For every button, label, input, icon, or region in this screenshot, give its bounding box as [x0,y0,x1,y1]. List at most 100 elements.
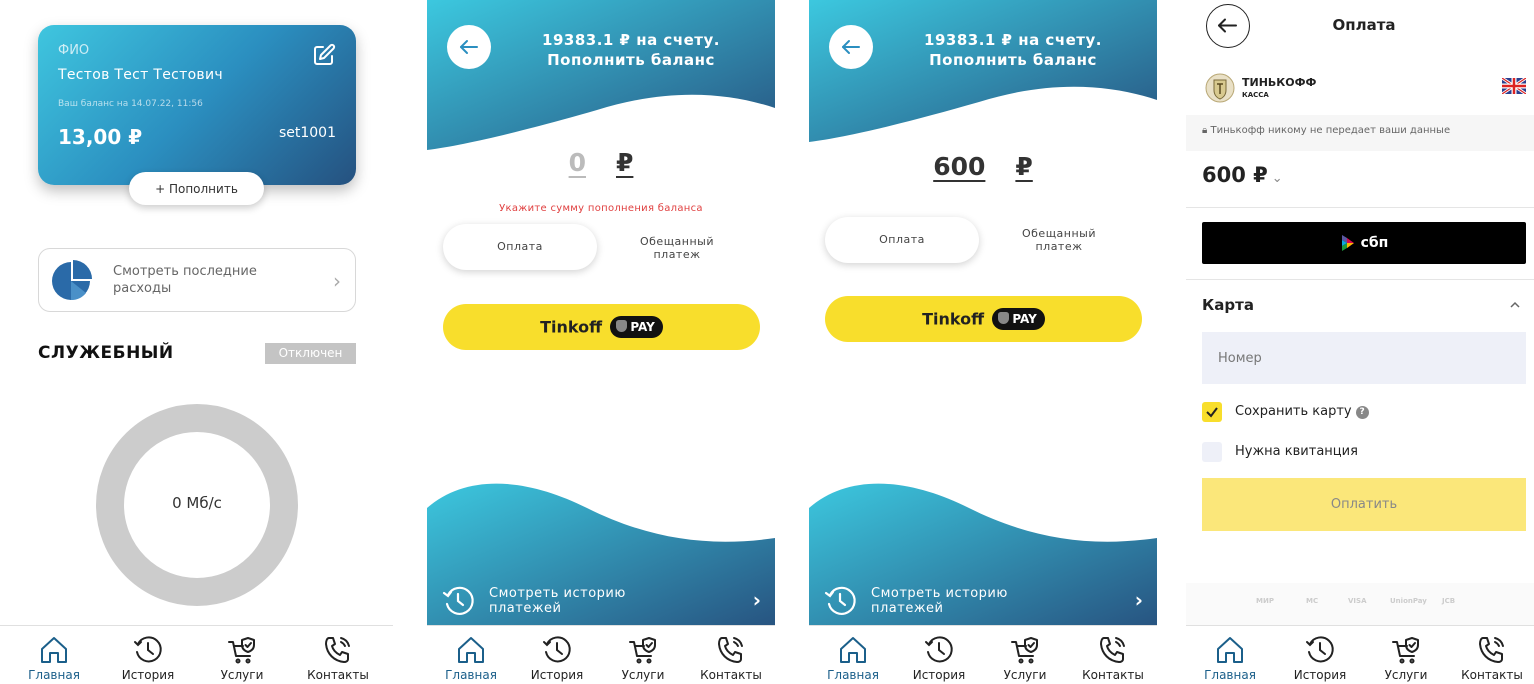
chevron-right-icon: › [1134,588,1143,612]
balance-date: Ваш баланс на 14.07.22, 11:56 [58,99,203,109]
chevron-right-icon: › [333,269,341,293]
speed-value: 0 Мб/с [172,494,222,512]
history-icon [134,636,162,663]
nav-services[interactable]: Услуги [985,634,1065,682]
nav-contacts[interactable]: Контакты [1452,634,1532,682]
tab-promised-payment[interactable]: Обещанный платеж [999,227,1119,253]
balance-card: ФИО Тестов Тест Тестович Ваш баланс на 1… [38,25,356,185]
edit-icon[interactable] [312,43,336,67]
tinkoff-pay-button[interactable]: Tinkoff PAY [825,296,1142,342]
expenses-label: Смотреть последние расходы [113,264,257,296]
mastercard-logo: MC [1306,597,1319,605]
nav-home[interactable]: Главная [1190,634,1270,682]
card-number-input[interactable] [1202,332,1526,384]
amount-field[interactable]: 0 ₽ [427,148,775,177]
nav-history[interactable]: История [899,634,979,682]
receipt-checkbox[interactable] [1202,442,1222,462]
save-card-checkbox[interactable] [1202,402,1222,422]
amount-value: 0 [568,148,586,177]
pay-button[interactable]: Оплатить [1202,478,1526,531]
history-line2: платежей [489,601,562,616]
nav-history-label: История [1293,668,1347,682]
nav-services[interactable]: Услуги [1366,634,1446,682]
nav-home[interactable]: Главная [14,634,94,682]
history-icon [1306,636,1334,663]
back-button[interactable] [829,25,873,69]
phone-icon [325,637,350,663]
nav-contacts-label: Контакты [1461,668,1523,682]
history-icon [442,586,474,615]
check-icon [1206,407,1218,418]
nav-contacts-label: Контакты [700,668,762,682]
phone-icon [1100,637,1125,663]
brand-name: ТИНЬКОФФ [1242,76,1317,89]
balance-line: 19383.1 ₽ на счету. [924,31,1102,49]
sbp-button[interactable]: сбп [1202,222,1526,264]
page-title: 19383.1 ₽ на счету. Пополнить баланс [883,30,1143,70]
phone-icon [718,637,743,663]
nav-home[interactable]: Главная [813,634,893,682]
amount-field[interactable]: 600 ₽ [809,152,1157,181]
divider [1186,279,1534,280]
cart-shield-icon [1392,637,1419,664]
chevron-right-icon: › [752,588,761,612]
fio-label: ФИО [58,43,90,58]
nav-contacts-label: Контакты [1082,668,1144,682]
bottom-nav: Главная История Услуги Контакты [1186,625,1534,684]
bottom-nav: Главная История Услуги Контакты [809,625,1157,684]
topup-line: Пополнить баланс [929,51,1097,69]
nav-services-label: Услуги [220,668,264,682]
history-icon [824,586,856,615]
history-line1: Смотреть историю [871,586,1008,601]
topup-screen-filled: 19383.1 ₽ на счету. Пополнить баланс 600… [809,0,1157,684]
payment-history-link[interactable]: Смотреть историю платежей › [441,584,765,624]
nav-history[interactable]: История [517,634,597,682]
balance-value: 13,00 ₽ [58,125,143,149]
home-icon [840,637,866,663]
tab-promised-line1: Обещанный [1021,227,1097,240]
tab-promised-line2: платеж [653,248,701,261]
bottom-nav: Главная История Услуги Контакты [427,625,775,684]
nav-history-label: История [530,668,584,682]
help-icon[interactable]: ? [1355,406,1369,419]
page-title: 19383.1 ₽ на счету. Пополнить баланс [501,30,761,70]
currency-sign: ₽ [616,148,634,177]
history-line1: Смотреть историю [489,586,626,601]
tab-promised-payment[interactable]: Обещанный платеж [617,235,737,261]
back-button[interactable] [447,25,491,69]
tab-promised-line1: Обещанный [639,235,715,248]
history-label: Смотреть историю платежей [489,586,626,616]
privacy-text: Тинькофф никому не передает ваши данные [1210,125,1451,136]
uk-flag-icon[interactable] [1502,78,1526,94]
expenses-link[interactable]: Смотреть последние расходы › [38,248,356,312]
tinkoff-payment-screen: Оплата ТИНЬКОФФ КАССА 🔒︎ Тинькофф никому… [1186,0,1534,684]
nav-contacts[interactable]: Контакты [1073,634,1153,682]
nav-home[interactable]: Главная [431,634,511,682]
nav-services[interactable]: Услуги [202,634,282,682]
pay-badge: PAY [992,308,1045,330]
nav-services-label: Услуги [1384,668,1428,682]
tinkoff-pay-button[interactable]: Tinkoff PAY [443,304,760,350]
tab-payment[interactable]: Оплата [825,217,979,263]
pie-chart-icon [52,260,92,301]
nav-contacts-label: Контакты [307,668,369,682]
home-icon [41,637,67,663]
balance-line: 19383.1 ₽ на счету. [542,31,720,49]
nav-contacts[interactable]: Контакты [691,634,771,682]
amount-value: 600 [933,152,986,181]
payment-history-link[interactable]: Смотреть историю платежей › [823,584,1147,624]
unionpay-logo: UnionPay [1390,597,1427,605]
price-selector[interactable]: 600 ₽ ⌄ [1202,163,1283,187]
chevron-up-icon[interactable] [1508,298,1522,312]
nav-history[interactable]: История [1280,634,1360,682]
shield-icon [998,312,1010,324]
history-line2: платежей [871,601,944,616]
topup-screen-empty: 19383.1 ₽ на счету. Пополнить баланс 0 ₽ … [427,0,775,684]
nav-services[interactable]: Услуги [603,634,683,682]
topup-button[interactable]: + Пополнить [129,172,264,205]
nav-history[interactable]: История [108,634,188,682]
tab-payment[interactable]: Оплата [443,224,597,270]
nav-contacts[interactable]: Контакты [298,634,378,682]
privacy-notice: 🔒︎ Тинькофф никому не передает ваши данн… [1186,115,1534,151]
history-icon [925,636,953,663]
